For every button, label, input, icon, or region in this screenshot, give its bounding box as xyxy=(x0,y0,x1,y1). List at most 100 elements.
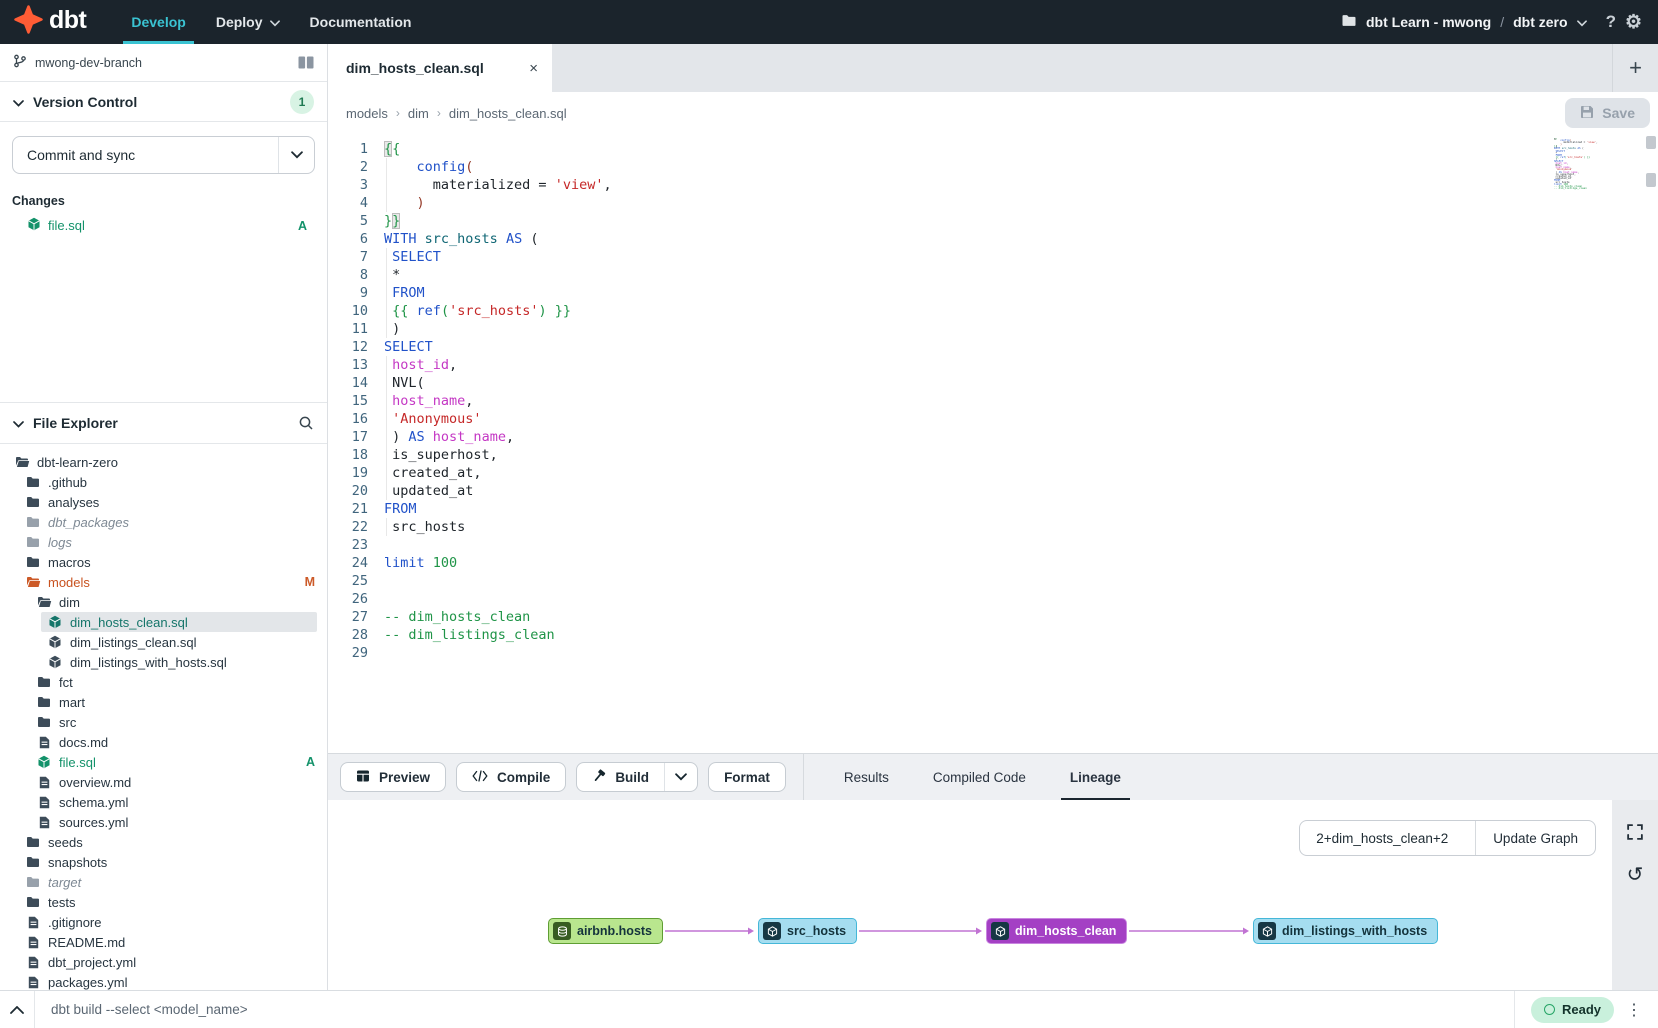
code-line-text[interactable]: }} xyxy=(384,212,400,230)
build-button[interactable]: Build xyxy=(577,763,664,791)
chevron-up-icon[interactable] xyxy=(0,1006,34,1014)
code-line-text[interactable]: -- dim_listings_clean xyxy=(384,626,555,644)
breadcrumb-dim[interactable]: dim xyxy=(408,106,429,121)
project-selector[interactable]: dbt zero xyxy=(1513,14,1567,30)
code-line-text[interactable]: -- dim_hosts_clean xyxy=(384,608,530,626)
command-input[interactable]: dbt build --select <model_name> xyxy=(51,1002,1514,1017)
commit-options-caret[interactable] xyxy=(278,137,314,173)
code-line-text[interactable]: 'Anonymous' xyxy=(384,410,482,428)
tree-item-.github[interactable]: .github xyxy=(0,472,327,492)
gear-icon[interactable]: ⚙ xyxy=(1625,13,1642,32)
code-line-text[interactable]: host_id, xyxy=(384,356,457,374)
tree-item-src[interactable]: src xyxy=(0,712,327,732)
lineage-node-dim_listings_with_hosts[interactable]: dim_listings_with_hosts xyxy=(1253,918,1438,944)
format-button[interactable]: Format xyxy=(708,762,786,792)
code-line-text[interactable]: created_at, xyxy=(384,464,482,482)
code-line-text[interactable]: config( xyxy=(384,158,473,176)
dbt-logo[interactable]: dbt xyxy=(14,5,86,39)
account-name[interactable]: dbt Learn - mwong xyxy=(1366,14,1491,30)
save-button[interactable]: Save xyxy=(1565,98,1650,128)
branch-row[interactable]: mwong-dev-branch xyxy=(0,44,327,82)
tree-item-dim_listings_clean.sql[interactable]: dim_listings_clean.sql xyxy=(0,632,327,652)
tree-item-tests[interactable]: tests xyxy=(0,892,327,912)
nav-item-deploy[interactable]: Deploy xyxy=(201,0,295,44)
version-control-header[interactable]: Version Control 1 xyxy=(0,82,327,122)
code-line-text[interactable]: updated_at xyxy=(384,482,473,500)
help-icon[interactable]: ? xyxy=(1606,12,1616,32)
fullscreen-icon[interactable] xyxy=(1627,824,1643,845)
tree-item-schema.yml[interactable]: schema.yml xyxy=(0,792,327,812)
changed-file-row[interactable]: file.sql A xyxy=(12,217,315,234)
reset-view-icon[interactable]: ↺ xyxy=(1627,865,1644,885)
lineage-node-airbnb.hosts[interactable]: airbnb.hosts xyxy=(548,918,663,944)
close-icon[interactable]: × xyxy=(529,60,538,77)
code-line-text[interactable]: ) xyxy=(384,194,425,212)
tree-item-packages.yml[interactable]: packages.yml xyxy=(0,972,327,990)
update-graph-button[interactable]: Update Graph xyxy=(1476,821,1595,855)
tree-item-dbt_project.yml[interactable]: dbt_project.yml xyxy=(0,952,327,972)
code-line-text[interactable]: SELECT xyxy=(384,248,441,266)
new-tab-button[interactable]: + xyxy=(1612,44,1658,92)
scrollbar-thumb[interactable] xyxy=(1646,136,1656,149)
tree-item-seeds[interactable]: seeds xyxy=(0,832,327,852)
tree-item-.gitignore[interactable]: .gitignore xyxy=(0,912,327,932)
editor-tab-dim-hosts-clean[interactable]: dim_hosts_clean.sql × xyxy=(328,44,552,92)
code-line-text[interactable]: SELECT xyxy=(384,338,433,356)
tree-item-dim_listings_with_hosts.sql[interactable]: dim_listings_with_hosts.sql xyxy=(0,652,327,672)
editor-minimap[interactable]: {{ config( materialized = 'view', )}}WIT… xyxy=(1554,138,1640,190)
docs-panel-icon[interactable] xyxy=(298,56,314,69)
code-line-text[interactable]: materialized = 'view', xyxy=(384,176,612,194)
tree-item-target[interactable]: target xyxy=(0,872,327,892)
lineage-node-src_hosts[interactable]: src_hosts xyxy=(758,918,857,944)
lineage-selector-input[interactable]: 2+dim_hosts_clean+2 xyxy=(1300,821,1476,855)
code-line-text[interactable]: ) xyxy=(384,320,400,338)
tree-item-overview.md[interactable]: overview.md xyxy=(0,772,327,792)
code-editor[interactable]: 1{{2 config(3 materialized = 'view',4 )5… xyxy=(328,134,1658,753)
tab-results[interactable]: Results xyxy=(844,754,889,800)
tree-item-file.sql[interactable]: file.sqlA xyxy=(0,752,327,772)
code-line-text[interactable]: src_hosts xyxy=(384,518,465,536)
code-line-text[interactable]: WITH src_hosts AS ( xyxy=(384,230,538,248)
tree-item-fct[interactable]: fct xyxy=(0,672,327,692)
lineage-node-dim_hosts_clean[interactable]: dim_hosts_clean xyxy=(986,918,1127,944)
tree-item-dim[interactable]: dim xyxy=(0,592,327,612)
tree-item-docs.md[interactable]: docs.md xyxy=(0,732,327,752)
code-line-text[interactable]: ) AS host_name, xyxy=(384,428,514,446)
tree-item-README.md[interactable]: README.md xyxy=(0,932,327,952)
tree-item-logs[interactable]: logs xyxy=(0,532,327,552)
tree-item-dbt-learn-zero[interactable]: dbt-learn-zero xyxy=(0,452,327,472)
breadcrumb-models[interactable]: models xyxy=(346,106,388,121)
code-line-text[interactable]: FROM xyxy=(384,284,425,302)
code-line-text[interactable]: is_superhost, xyxy=(384,446,498,464)
preview-button[interactable]: Preview xyxy=(340,762,446,792)
code-line-text[interactable]: host_name, xyxy=(384,392,473,410)
code-line-text[interactable]: limit 100 xyxy=(384,554,457,572)
code-line-text[interactable]: * xyxy=(384,266,400,284)
file-explorer-header[interactable]: File Explorer xyxy=(0,402,327,444)
breadcrumb-file[interactable]: dim_hosts_clean.sql xyxy=(449,106,567,121)
scrollbar-thumb[interactable] xyxy=(1646,173,1656,187)
nav-item-documentation[interactable]: Documentation xyxy=(295,0,427,44)
code-line-text[interactable]: {{ ref('src_hosts') }} xyxy=(384,302,571,320)
tab-compiled-code[interactable]: Compiled Code xyxy=(933,754,1026,800)
chevron-down-icon[interactable] xyxy=(1577,14,1587,30)
tree-item-mart[interactable]: mart xyxy=(0,692,327,712)
search-icon[interactable] xyxy=(298,415,314,431)
commit-button-label[interactable]: Commit and sync xyxy=(13,137,278,173)
tab-lineage[interactable]: Lineage xyxy=(1070,754,1121,800)
code-line-text[interactable]: {{ xyxy=(384,140,400,158)
tree-item-dbt_packages[interactable]: dbt_packages xyxy=(0,512,327,532)
commit-and-sync-button[interactable]: Commit and sync xyxy=(12,136,315,174)
build-options-caret[interactable] xyxy=(664,763,697,791)
code-line-text[interactable]: FROM xyxy=(384,500,417,518)
nav-item-develop[interactable]: Develop xyxy=(116,0,200,44)
code-line-text[interactable]: NVL( xyxy=(384,374,425,392)
tree-item-analyses[interactable]: analyses xyxy=(0,492,327,512)
kebab-menu-icon[interactable]: ⋮ xyxy=(1626,1000,1642,1020)
tree-item-snapshots[interactable]: snapshots xyxy=(0,852,327,872)
compile-button[interactable]: Compile xyxy=(456,762,566,792)
tree-item-dim_hosts_clean.sql[interactable]: dim_hosts_clean.sql xyxy=(41,612,317,632)
tree-item-models[interactable]: modelsM xyxy=(0,572,327,592)
tree-item-macros[interactable]: macros xyxy=(0,552,327,572)
tree-item-sources.yml[interactable]: sources.yml xyxy=(0,812,327,832)
